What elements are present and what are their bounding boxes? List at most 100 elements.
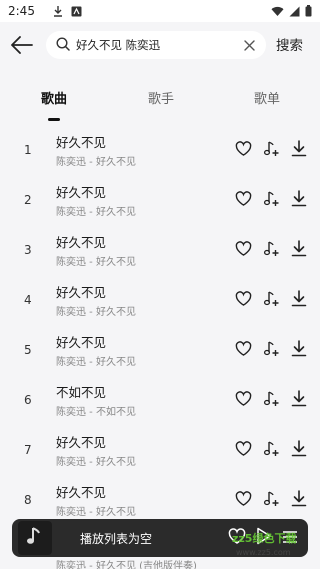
favorite-button[interactable] (233, 388, 253, 408)
status-time: 2:45 (8, 4, 35, 18)
song-artist-album: 陈奕迅 - 好久不见 (56, 357, 136, 368)
active-tab-indicator (48, 118, 60, 121)
add-to-playlist-icon (263, 440, 278, 456)
song-artist-album: 陈奕迅 - 好久不见 (56, 507, 136, 518)
song-title: 好久不见 (56, 185, 107, 200)
favorite-button[interactable] (233, 488, 253, 508)
song-index: 1 (24, 143, 32, 157)
song-index: 2 (24, 193, 32, 207)
song-actions (233, 288, 309, 308)
close-icon (243, 39, 255, 51)
song-index: 7 (24, 443, 32, 457)
download-icon (291, 439, 307, 456)
download-icon (291, 189, 307, 206)
tab-playlists[interactable]: 歌单 (254, 88, 280, 107)
search-icon (56, 36, 70, 55)
download-button[interactable] (289, 288, 309, 308)
download-button[interactable] (289, 188, 309, 208)
battery-icon (305, 5, 312, 17)
song-row[interactable]: 3 好久不见陈奕迅 - 好久不见 (0, 226, 320, 276)
download-button[interactable] (289, 388, 309, 408)
add-to-playlist-button[interactable] (261, 188, 281, 208)
song-index: 3 (24, 243, 32, 257)
download-icon (53, 5, 63, 17)
song-row[interactable]: 7 好久不见陈奕迅 - 好久不见 (0, 426, 320, 476)
add-to-playlist-button[interactable] (261, 438, 281, 458)
add-to-playlist-button[interactable] (261, 288, 281, 308)
add-to-playlist-icon (263, 490, 278, 506)
song-title: 好久不见 (56, 285, 107, 300)
search-input[interactable]: 好久不见 陈奕迅 (46, 31, 266, 59)
add-to-playlist-button[interactable] (261, 238, 281, 258)
add-to-playlist-button[interactable] (261, 388, 281, 408)
song-artist-album: 陈奕迅 - 不如不见 (56, 407, 136, 418)
download-button[interactable] (289, 238, 309, 258)
song-row[interactable]: 4 好久不见陈奕迅 - 好久不见 (0, 276, 320, 326)
song-title: 好久不见 (56, 135, 107, 150)
song-actions (233, 388, 309, 408)
song-actions (233, 188, 309, 208)
song-title: 好久不见 (56, 435, 107, 450)
tab-artists[interactable]: 歌手 (148, 88, 174, 107)
song-actions (233, 488, 309, 508)
clear-search-button[interactable] (242, 38, 256, 52)
arrow-left-icon (11, 36, 33, 58)
add-to-playlist-icon (263, 240, 278, 256)
add-to-playlist-icon (263, 390, 278, 406)
download-icon (291, 339, 307, 356)
favorite-button[interactable] (233, 288, 253, 308)
add-to-playlist-icon (263, 190, 278, 206)
heart-icon (235, 190, 251, 206)
song-artist-album: 陈奕迅 - 好久不见 (56, 457, 136, 468)
favorite-button[interactable] (233, 438, 253, 458)
favorite-button[interactable] (233, 138, 253, 158)
download-icon (291, 239, 307, 256)
watermark-text: zz5绿色下载 (232, 532, 297, 545)
song-index: 4 (24, 293, 32, 307)
search-query-text: 好久不见 陈奕迅 (76, 38, 161, 52)
favorite-button[interactable] (233, 188, 253, 208)
song-artist-album: 陈奕迅 - 好久不见 (56, 307, 136, 318)
partial-song-subtitle: 陈奕迅 - 好久不见 (吉他版伴奏) (56, 561, 197, 569)
download-icon (291, 289, 307, 306)
status-bar-right (271, 5, 312, 17)
song-row[interactable]: 2 好久不见陈奕迅 - 好久不见 (0, 176, 320, 226)
favorite-button[interactable] (233, 238, 253, 258)
storage-icon (71, 6, 82, 17)
add-to-playlist-button[interactable] (261, 488, 281, 508)
song-index: 8 (24, 493, 32, 507)
signal-icon (289, 6, 300, 17)
song-artist-album: 陈奕迅 - 好久不见 (56, 207, 136, 218)
song-actions (233, 138, 309, 158)
add-to-playlist-icon (263, 340, 278, 356)
download-button[interactable] (289, 338, 309, 358)
add-to-playlist-button[interactable] (261, 138, 281, 158)
song-title: 好久不见 (56, 235, 107, 250)
heart-icon (235, 290, 251, 306)
heart-icon (235, 390, 251, 406)
tab-songs[interactable]: 歌曲 (41, 88, 67, 107)
back-button[interactable] (0, 25, 44, 69)
add-to-playlist-button[interactable] (261, 338, 281, 358)
song-actions (233, 438, 309, 458)
song-artist-album: 陈奕迅 - 好久不见 (56, 257, 136, 268)
wifi-icon (271, 6, 284, 17)
download-button[interactable] (289, 438, 309, 458)
song-title: 好久不见 (56, 485, 107, 500)
download-icon (291, 389, 307, 406)
song-row[interactable]: 1 好久不见陈奕迅 - 好久不见 (0, 126, 320, 176)
music-note-icon (25, 525, 45, 551)
song-row[interactable]: 5 好久不见 陈奕迅 - 好久不见 (0, 326, 320, 376)
download-button[interactable] (289, 138, 309, 158)
song-index: 6 (24, 393, 32, 407)
status-bar-left: 2:45 (8, 4, 82, 18)
download-button[interactable] (289, 488, 309, 508)
download-icon (291, 489, 307, 506)
player-status: 播放列表为空 (80, 531, 153, 546)
song-artist-album: 陈奕迅 - 好久不见 (56, 157, 136, 168)
song-title: 好久不见 (56, 335, 107, 350)
album-cover[interactable] (18, 521, 52, 555)
favorite-button[interactable] (233, 338, 253, 358)
search-button[interactable]: 搜索 (276, 34, 303, 54)
song-row[interactable]: 6 不如不见 陈奕迅 - 不如不见 (0, 376, 320, 426)
